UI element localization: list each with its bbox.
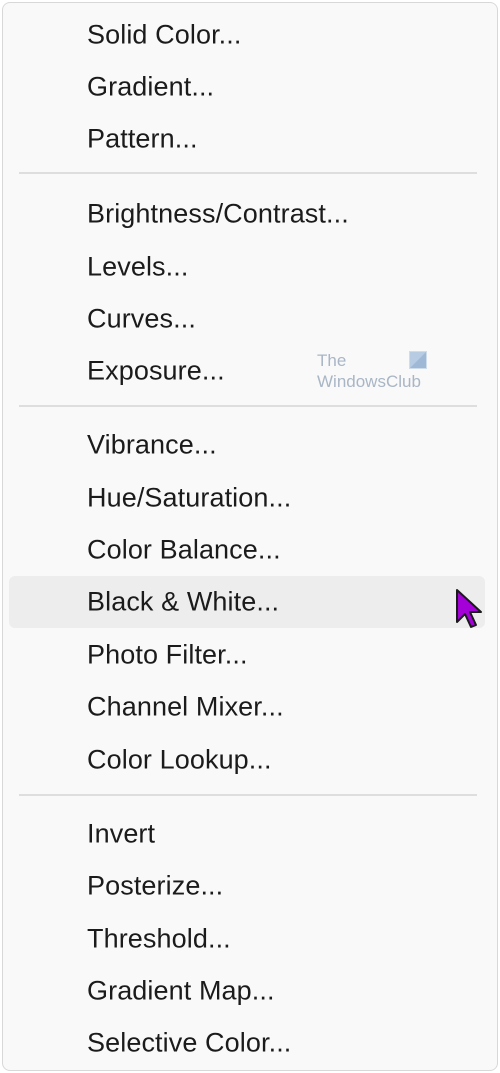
menu-item-label: Photo Filter... bbox=[87, 639, 248, 670]
menu-item-solid-color[interactable]: Solid Color... bbox=[3, 9, 497, 61]
menu-item-label: Pattern... bbox=[87, 123, 198, 154]
menu-item-label: Channel Mixer... bbox=[87, 691, 284, 722]
menu-item-threshold[interactable]: Threshold... bbox=[3, 913, 497, 965]
menu-item-black-white[interactable]: Black & White... bbox=[3, 576, 497, 628]
menu-item-label: Selective Color... bbox=[87, 1027, 292, 1058]
menu-item-color-lookup[interactable]: Color Lookup... bbox=[3, 734, 497, 786]
menu-item-label: Curves... bbox=[87, 303, 196, 334]
menu-item-hue-saturation[interactable]: Hue/Saturation... bbox=[3, 472, 497, 524]
menu-item-photo-filter[interactable]: Photo Filter... bbox=[3, 629, 497, 681]
menu-item-label: Posterize... bbox=[87, 870, 224, 901]
menu-item-invert[interactable]: Invert bbox=[3, 808, 497, 860]
menu-item-label: Invert bbox=[87, 818, 156, 849]
menu-item-label: Gradient Map... bbox=[87, 975, 275, 1006]
menu-item-brightness-contrast[interactable]: Brightness/Contrast... bbox=[3, 188, 497, 240]
menu-item-vibrance[interactable]: Vibrance... bbox=[3, 419, 497, 471]
adjustment-layer-menu: Solid Color... Gradient... Pattern... Br… bbox=[2, 2, 498, 1071]
menu-item-label: Color Balance... bbox=[87, 534, 281, 565]
menu-item-label: Color Lookup... bbox=[87, 744, 272, 775]
menu-separator bbox=[19, 794, 477, 796]
menu-item-levels[interactable]: Levels... bbox=[3, 241, 497, 293]
menu-item-label: Threshold... bbox=[87, 923, 231, 954]
menu-item-selective-color[interactable]: Selective Color... bbox=[3, 1017, 497, 1069]
menu-item-channel-mixer[interactable]: Channel Mixer... bbox=[3, 681, 497, 733]
menu-item-label: Black & White... bbox=[87, 586, 280, 617]
menu-item-posterize[interactable]: Posterize... bbox=[3, 860, 497, 912]
mouse-pointer-icon bbox=[456, 589, 482, 628]
menu-item-curves[interactable]: Curves... bbox=[3, 293, 497, 345]
menu-separator bbox=[19, 405, 477, 407]
menu-item-pattern[interactable]: Pattern... bbox=[3, 113, 497, 165]
menu-item-label: Gradient... bbox=[87, 71, 215, 102]
menu-item-label: Exposure... bbox=[87, 355, 225, 386]
menu-item-label: Brightness/Contrast... bbox=[87, 198, 349, 229]
menu-separator bbox=[19, 172, 477, 174]
menu-item-color-balance[interactable]: Color Balance... bbox=[3, 524, 497, 576]
menu-item-label: Solid Color... bbox=[87, 19, 242, 50]
menu-item-label: Hue/Saturation... bbox=[87, 482, 292, 513]
menu-item-gradient[interactable]: Gradient... bbox=[3, 61, 497, 113]
watermark-logo-icon bbox=[409, 351, 427, 369]
menu-item-label: Vibrance... bbox=[87, 429, 217, 460]
menu-item-gradient-map[interactable]: Gradient Map... bbox=[3, 965, 497, 1017]
watermark-line2: WindowsClub bbox=[317, 372, 421, 391]
menu-item-label: Levels... bbox=[87, 251, 189, 282]
watermark: The WindowsClub bbox=[315, 351, 435, 401]
watermark-line1: The bbox=[317, 351, 347, 370]
